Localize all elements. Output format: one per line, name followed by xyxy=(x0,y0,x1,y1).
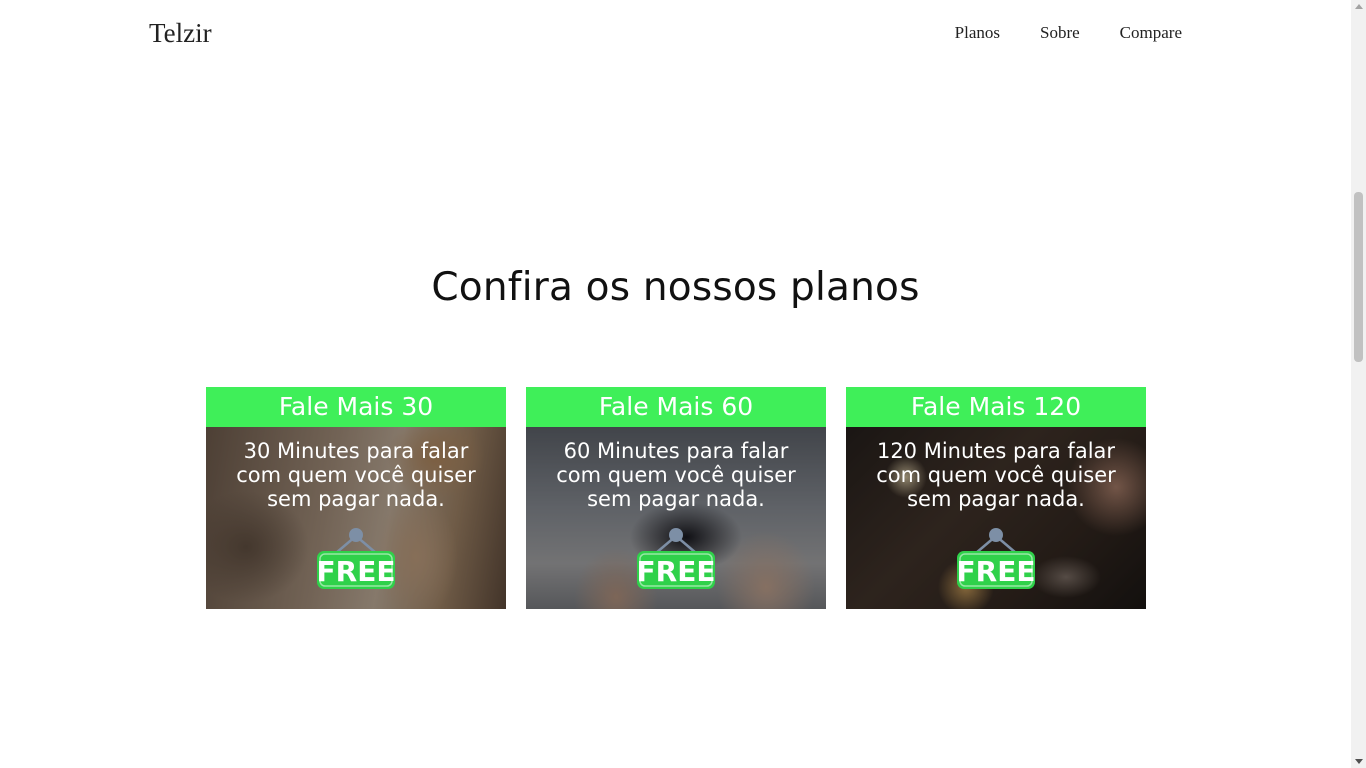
plan-card-body: 60 Minutes para falar com quem você quis… xyxy=(526,427,826,609)
brand-logo[interactable]: Telzir xyxy=(149,16,212,50)
plan-card-120[interactable]: Fale Mais 120 120 Minutes para falar com… xyxy=(846,387,1146,609)
free-tag-icon: FREE xyxy=(317,528,396,589)
free-tag-label: FREE xyxy=(637,555,716,588)
plans-section-title: Confira os nossos planos xyxy=(431,265,920,310)
plan-card-body: 120 Minutes para falar com quem você qui… xyxy=(846,427,1146,609)
nav-link-planos[interactable]: Planos xyxy=(955,22,1000,44)
plan-card-title: Fale Mais 60 xyxy=(526,387,826,427)
free-tag-icon: FREE xyxy=(637,528,716,589)
scroll-up-arrow-icon[interactable] xyxy=(1355,4,1363,9)
nav-link-sobre[interactable]: Sobre xyxy=(1040,22,1080,44)
plan-card-description: 120 Minutes para falar com quem você qui… xyxy=(876,439,1116,511)
plan-card-title: Fale Mais 30 xyxy=(206,387,506,427)
scrollbar-thumb[interactable] xyxy=(1354,192,1363,362)
nav-link-compare[interactable]: Compare xyxy=(1120,22,1182,44)
site-header: Telzir Planos Sobre Compare xyxy=(0,0,1351,68)
plan-card-60[interactable]: Fale Mais 60 60 Minutes para falar com q… xyxy=(526,387,826,609)
plan-card-body: 30 Minutes para falar com quem você quis… xyxy=(206,427,506,609)
plan-card-30[interactable]: Fale Mais 30 30 Minutes para falar com q… xyxy=(206,387,506,609)
plan-card-description: 30 Minutes para falar com quem você quis… xyxy=(236,439,476,511)
plans-card-list: Fale Mais 30 30 Minutes para falar com q… xyxy=(206,387,1146,609)
vertical-scrollbar[interactable] xyxy=(1351,0,1366,768)
free-tag-label: FREE xyxy=(317,555,396,588)
free-tag-label: FREE xyxy=(957,555,1036,588)
plan-card-description: 60 Minutes para falar com quem você quis… xyxy=(556,439,796,511)
scroll-down-arrow-icon[interactable] xyxy=(1355,759,1363,764)
main-nav: Planos Sobre Compare xyxy=(955,22,1182,44)
plan-card-title: Fale Mais 120 xyxy=(846,387,1146,427)
page-viewport: Telzir Planos Sobre Compare Confira os n… xyxy=(0,0,1351,768)
free-tag-icon: FREE xyxy=(957,528,1036,589)
